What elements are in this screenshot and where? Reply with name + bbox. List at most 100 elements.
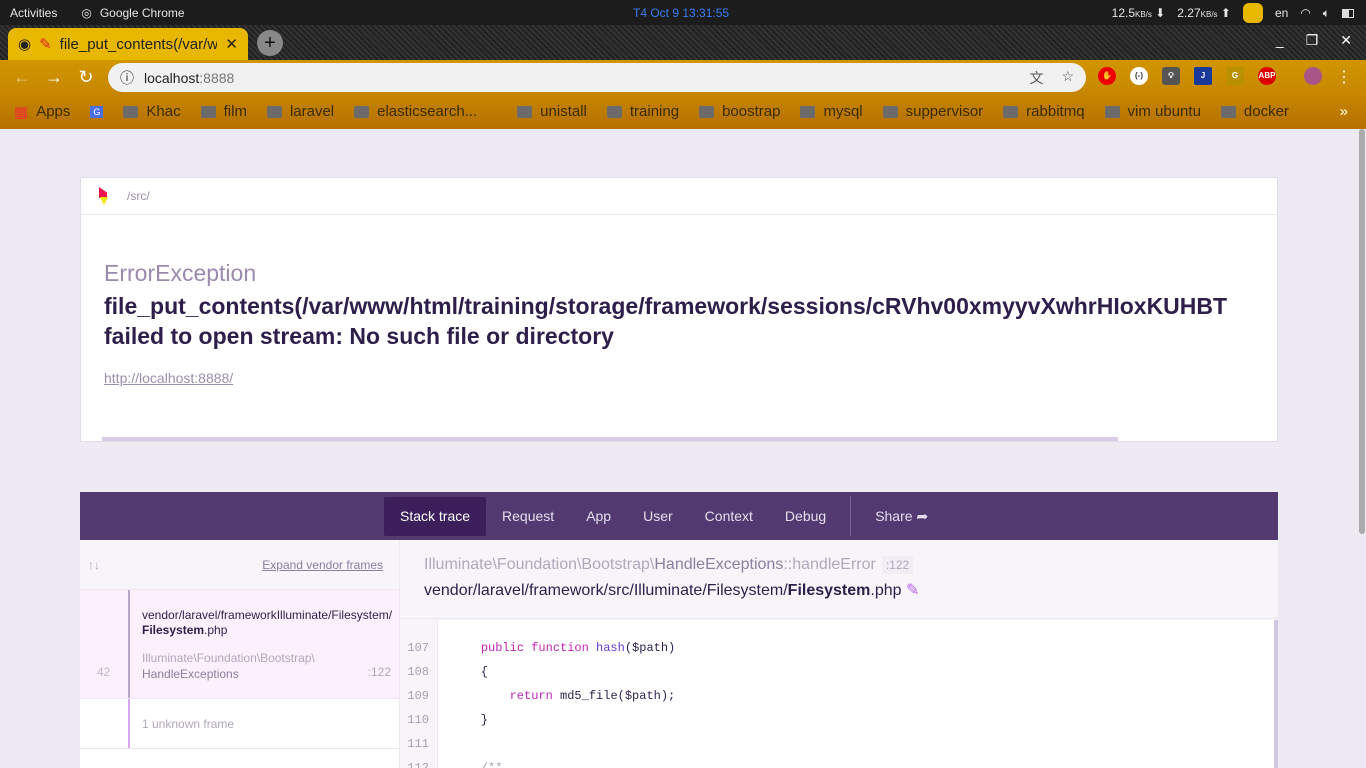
- bookmark-folder[interactable]: elasticsearch...: [354, 103, 477, 120]
- app-menu[interactable]: ◎ Google Chrome: [81, 6, 184, 20]
- request-url-link[interactable]: http://localhost:8888/: [104, 370, 233, 386]
- bookmark-folder[interactable]: unistall: [517, 103, 587, 120]
- forward-button[interactable]: →: [38, 67, 70, 88]
- folder-icon: [200, 105, 216, 118]
- bookmark-apps[interactable]: ▦ Apps: [14, 103, 70, 121]
- close-tab-icon[interactable]: ✕: [225, 35, 238, 53]
- reload-button[interactable]: ↻: [70, 67, 102, 88]
- google-translate-icon: G: [90, 105, 104, 118]
- horizontal-scrollbar[interactable]: [102, 437, 1118, 441]
- pencil-icon: ✎: [39, 36, 52, 53]
- close-window-button[interactable]: ✕: [1340, 32, 1352, 49]
- menu-icon[interactable]: ⋮: [1336, 67, 1352, 87]
- download-rate: 12.5KB/s ⬇: [1111, 6, 1166, 20]
- code-line: return md5_file($path);: [509, 689, 676, 703]
- restore-button[interactable]: ❐: [1306, 32, 1319, 49]
- bookmark-folder[interactable]: rabbitmq: [1003, 103, 1085, 120]
- stack-frames-panel: ↑↓ Expand vendor frames 42 vendor/laravel…: [80, 540, 400, 768]
- code-line: {: [452, 665, 489, 679]
- tab-title: file_put_contents(/var/www/html/training…: [59, 35, 218, 53]
- system-topbar: Activities ◎ Google Chrome T4 Oct 9 13:31…: [0, 0, 1366, 25]
- frame-nav-arrows-icon[interactable]: ↑↓: [88, 558, 100, 572]
- bookmark-folder[interactable]: Khac: [123, 103, 181, 120]
- abp-icon[interactable]: ABP: [1258, 67, 1276, 85]
- google-translate-icon[interactable]: G: [1226, 67, 1244, 85]
- frame-class: Illuminate\Foundation\Bootstrap\HandleEx…: [424, 556, 1254, 574]
- error-card: /src/ ErrorException file_put_contents(/…: [80, 177, 1278, 442]
- code-snippet: 107 108 109 110 111 112 public function …: [400, 620, 1274, 768]
- code-scrollbar[interactable]: [1274, 620, 1278, 768]
- language-indicator[interactable]: en: [1275, 6, 1288, 20]
- folder-icon: [266, 105, 282, 118]
- bookmark-folder[interactable]: mysql: [800, 103, 863, 120]
- folder-icon: [800, 105, 816, 118]
- folder-icon: [882, 105, 898, 118]
- globe-icon: ◉: [18, 36, 32, 53]
- profile-avatar[interactable]: [1304, 67, 1322, 85]
- bookmark-folder[interactable]: laravel: [266, 103, 334, 120]
- browser-chrome: ◉ ✎ file_put_contents(/var/www/html/trai…: [0, 25, 1366, 129]
- minimize-button[interactable]: _: [1276, 32, 1284, 49]
- upload-rate: 2.27KB/s ⬆: [1177, 6, 1231, 20]
- browser-tab[interactable]: ◉ ✎ file_put_contents(/var/www/html/trai…: [8, 28, 248, 60]
- address-bar[interactable]: ⓘ localhost:8888 ⽂ ☆: [108, 63, 1086, 92]
- frame-file: vendor/laravel/framework/src/Illuminate/…: [424, 582, 920, 599]
- bookmark-folder[interactable]: suppervisor: [882, 103, 983, 120]
- tab-debug[interactable]: Debug: [769, 497, 842, 536]
- tab-context[interactable]: Context: [689, 497, 769, 536]
- folder-icon: [1104, 105, 1120, 118]
- adblock-hand-icon[interactable]: ✋: [1098, 67, 1116, 85]
- tab-user[interactable]: User: [627, 497, 689, 536]
- page-scrollbar[interactable]: [1358, 129, 1366, 768]
- system-tray[interactable]: 12.5KB/s ⬇ 2.27KB/s ⬆ en ◠ 🔈︎: [1112, 3, 1354, 23]
- folder-icon: [699, 105, 715, 118]
- clock[interactable]: T4 Oct 9 13:31:55: [633, 6, 729, 20]
- tab-stack-trace[interactable]: Stack trace: [384, 496, 487, 536]
- tab-app[interactable]: App: [570, 497, 627, 536]
- code-line: public function hash($path): [480, 641, 676, 655]
- bookmark-star-icon[interactable]: ☆: [1061, 68, 1074, 88]
- bookmark-folder[interactable]: boostrap: [699, 103, 780, 120]
- expand-vendor-frames-link[interactable]: Expand vendor frames: [262, 558, 383, 572]
- more-bookmarks-icon[interactable]: »: [1340, 103, 1348, 120]
- lightbulb-icon[interactable]: 💡︎: [1162, 67, 1180, 85]
- share-button[interactable]: Share ➦: [859, 497, 944, 536]
- tab-request[interactable]: Request: [486, 497, 570, 536]
- back-button[interactable]: ←: [6, 67, 38, 88]
- bookmark-folder[interactable]: docker: [1220, 103, 1289, 120]
- line-numbers: 107 108 109 110 111 112: [400, 620, 438, 768]
- code-line: /**: [452, 761, 503, 768]
- bookmark-folder[interactable]: vim ubuntu: [1104, 103, 1201, 120]
- code-line: }: [452, 713, 489, 727]
- folder-icon: [123, 105, 139, 118]
- frame-detail-panel: Illuminate\Foundation\Bootstrap\HandleEx…: [400, 540, 1278, 768]
- info-icon[interactable]: ⓘ: [120, 68, 134, 88]
- divider: [850, 496, 852, 536]
- app-name: Google Chrome: [99, 5, 185, 20]
- stack-frame-selected[interactable]: 42 vendor/laravel/frameworkIlluminate/Fi…: [80, 590, 399, 699]
- path-breadcrumb: /src/: [127, 189, 150, 203]
- battery-icon[interactable]: [1342, 8, 1354, 18]
- volume-icon[interactable]: 🔈︎: [1323, 6, 1330, 21]
- folder-icon: [1220, 105, 1236, 118]
- folder-icon: [606, 105, 622, 118]
- exception-message: file_put_contents(/var/www/html/training…: [104, 293, 1228, 349]
- folder-icon: [517, 105, 533, 118]
- bookmark-folder[interactable]: film: [200, 103, 247, 120]
- unknown-frames-item[interactable]: 1 unknown frame: [80, 699, 399, 749]
- bookmark-folder[interactable]: training: [606, 103, 679, 120]
- wifi-icon[interactable]: ◠: [1300, 6, 1310, 20]
- folder-icon: [1003, 105, 1019, 118]
- extension-icon[interactable]: (-): [1130, 67, 1148, 85]
- new-tab-button[interactable]: +: [257, 30, 283, 56]
- translate-icon[interactable]: ⽂: [1029, 68, 1043, 88]
- activities-button[interactable]: Activities: [10, 6, 57, 20]
- indicator-icon[interactable]: [1242, 3, 1263, 23]
- ignition-logo: [99, 187, 109, 205]
- apps-grid-icon: ▦: [14, 103, 29, 121]
- page-content: /src/ ErrorException file_put_contents(/…: [0, 129, 1358, 768]
- bookmark-translate[interactable]: G: [90, 105, 104, 118]
- edit-pencil-icon[interactable]: ✎: [906, 582, 919, 599]
- j-extension-icon[interactable]: J: [1194, 67, 1212, 85]
